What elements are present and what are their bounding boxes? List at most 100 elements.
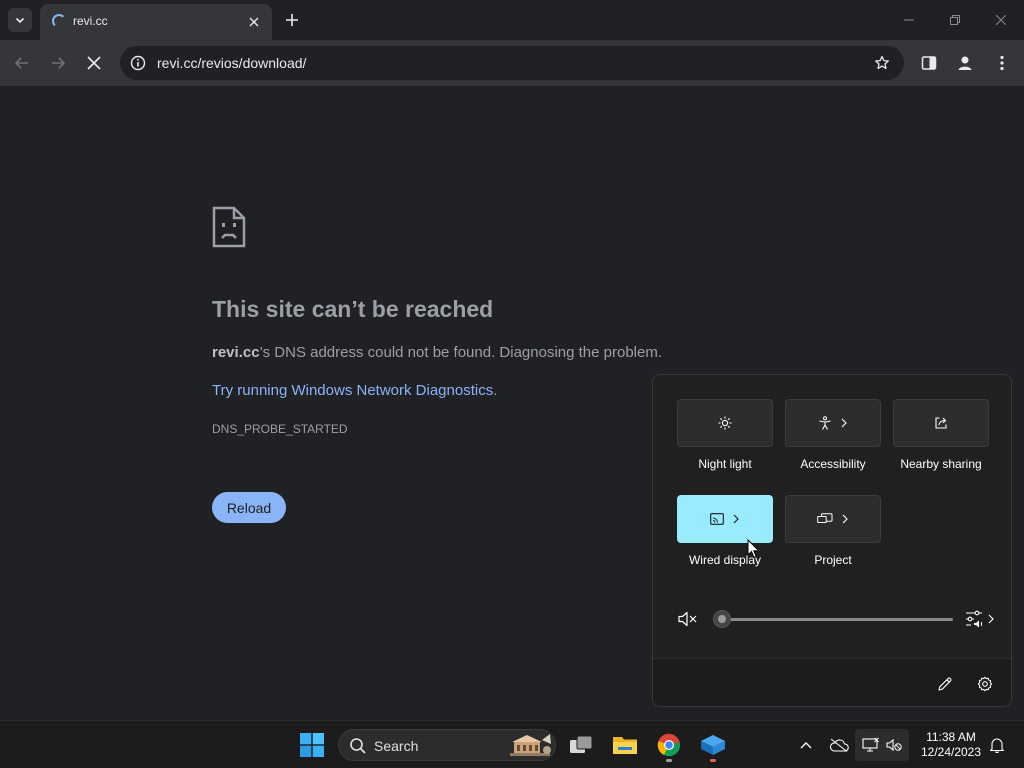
chrome-icon	[657, 733, 680, 757]
accessibility-icon	[819, 416, 831, 430]
edit-quick-settings-button[interactable]	[933, 672, 957, 696]
show-hidden-icons-button[interactable]	[794, 729, 818, 761]
reload-button[interactable]: Reload	[212, 492, 286, 523]
chevron-right-icon	[841, 418, 847, 428]
clock-date: 12/24/2023	[920, 745, 982, 759]
restore-button[interactable]	[932, 0, 978, 40]
start-button[interactable]	[294, 727, 330, 763]
back-button[interactable]	[6, 47, 38, 79]
chevron-right-icon	[988, 614, 994, 624]
bell-icon	[989, 738, 1005, 753]
tab-search-button[interactable]	[8, 8, 32, 32]
taskbar-clock[interactable]: 11:38 AM 12/24/2023	[916, 730, 986, 760]
sound-mixer-icon	[966, 610, 983, 628]
close-icon	[249, 17, 259, 27]
night-light-tile[interactable]	[677, 399, 773, 447]
wired-display-label: Wired display	[688, 553, 762, 567]
info-icon	[130, 55, 146, 71]
browser-tab[interactable]: revi.cc	[40, 4, 272, 40]
more-vert-icon	[1000, 55, 1004, 71]
chevron-right-icon	[733, 514, 739, 524]
bookmark-button[interactable]	[870, 51, 894, 75]
task-view-button[interactable]	[563, 727, 599, 763]
tab-close-button[interactable]	[244, 12, 264, 32]
star-icon	[875, 55, 889, 70]
nearby-sharing-label: Nearby sharing	[900, 457, 982, 471]
file-explorer-button[interactable]	[607, 727, 643, 763]
close-window-button[interactable]	[978, 0, 1024, 40]
volume-slider-thumb[interactable]	[713, 610, 731, 628]
quick-settings-footer	[653, 658, 1011, 706]
minimize-button[interactable]	[886, 0, 932, 40]
restore-icon	[950, 15, 960, 25]
arrow-right-icon	[52, 57, 66, 69]
project-label: Project	[814, 553, 852, 567]
diagnostics-period: .	[493, 382, 498, 399]
stop-loading-button[interactable]	[78, 47, 110, 79]
browser-toolbar: revi.cc/revios/download/	[0, 40, 1024, 86]
clock-time: 11:38 AM	[926, 730, 976, 744]
wired-display-tile[interactable]	[677, 495, 773, 543]
chrome-taskbar-button[interactable]	[651, 727, 687, 763]
brightness-icon	[718, 416, 732, 430]
address-bar[interactable]: revi.cc/revios/download/	[120, 46, 904, 80]
running-indicator	[710, 759, 716, 762]
speaker-muted-icon	[678, 611, 697, 627]
profile-icon	[958, 56, 972, 70]
tab-title: revi.cc	[73, 14, 108, 28]
error-host: revi.cc	[212, 344, 260, 361]
sad-document-icon	[212, 206, 246, 248]
all-settings-button[interactable]	[973, 672, 997, 696]
side-panel-button[interactable]	[913, 47, 945, 79]
error-description: revi.cc’s DNS address could not be found…	[212, 344, 662, 361]
plus-icon	[286, 14, 298, 26]
night-light-label: Night light	[698, 457, 752, 471]
accessibility-tile[interactable]	[785, 399, 881, 447]
close-icon	[87, 56, 101, 70]
share-icon	[935, 417, 947, 429]
cast-icon	[710, 513, 724, 525]
gear-icon	[977, 676, 993, 692]
windows-logo-icon	[300, 733, 324, 757]
task-view-icon	[570, 735, 593, 753]
profile-button[interactable]	[949, 47, 981, 79]
minimize-icon	[904, 19, 914, 21]
folder-icon	[613, 737, 637, 754]
app-taskbar-button[interactable]	[695, 727, 731, 763]
taskbar-search-box[interactable]: Search	[338, 729, 556, 761]
site-info-button[interactable]	[126, 51, 150, 75]
pencil-icon	[938, 677, 952, 691]
search-highlight-illustration-icon	[510, 734, 551, 756]
onedrive-tray-button[interactable]	[826, 729, 852, 761]
volume-mixer-button[interactable]	[963, 608, 997, 630]
project-tile[interactable]	[785, 495, 881, 543]
mute-toggle-button[interactable]	[677, 608, 699, 630]
loading-spinner-icon	[52, 14, 66, 28]
volume-slider-track[interactable]	[721, 618, 953, 621]
url-text[interactable]: revi.cc/revios/download/	[157, 55, 306, 71]
arrow-left-icon	[14, 57, 28, 69]
chrome-menu-button[interactable]	[986, 47, 1018, 79]
chevron-down-icon	[15, 17, 25, 24]
network-disconnected-icon	[862, 737, 879, 752]
search-label: Search	[374, 738, 419, 754]
close-icon	[996, 15, 1006, 25]
forward-button[interactable]	[42, 47, 74, 79]
cube-app-icon	[701, 735, 725, 755]
tab-strip: revi.cc	[0, 0, 1024, 40]
diagnostics-line: Try running Windows Network Diagnostics.	[212, 382, 497, 399]
chevron-up-icon	[800, 742, 812, 749]
project-icon	[817, 513, 833, 523]
new-tab-button[interactable]	[280, 8, 304, 32]
error-code: DNS_PROBE_STARTED	[212, 422, 348, 436]
network-diagnostics-link[interactable]: Try running Windows Network Diagnostics	[212, 382, 493, 399]
error-title: This site can’t be reached	[212, 296, 494, 322]
mouse-cursor-icon	[747, 539, 761, 559]
chevron-right-icon	[842, 514, 848, 524]
volume-muted-icon	[886, 738, 902, 752]
accessibility-label: Accessibility	[800, 457, 866, 471]
nearby-sharing-tile[interactable]	[893, 399, 989, 447]
notifications-button[interactable]	[986, 729, 1008, 761]
quick-settings-tray-button[interactable]	[855, 729, 909, 761]
cloud-offline-icon	[829, 738, 849, 752]
